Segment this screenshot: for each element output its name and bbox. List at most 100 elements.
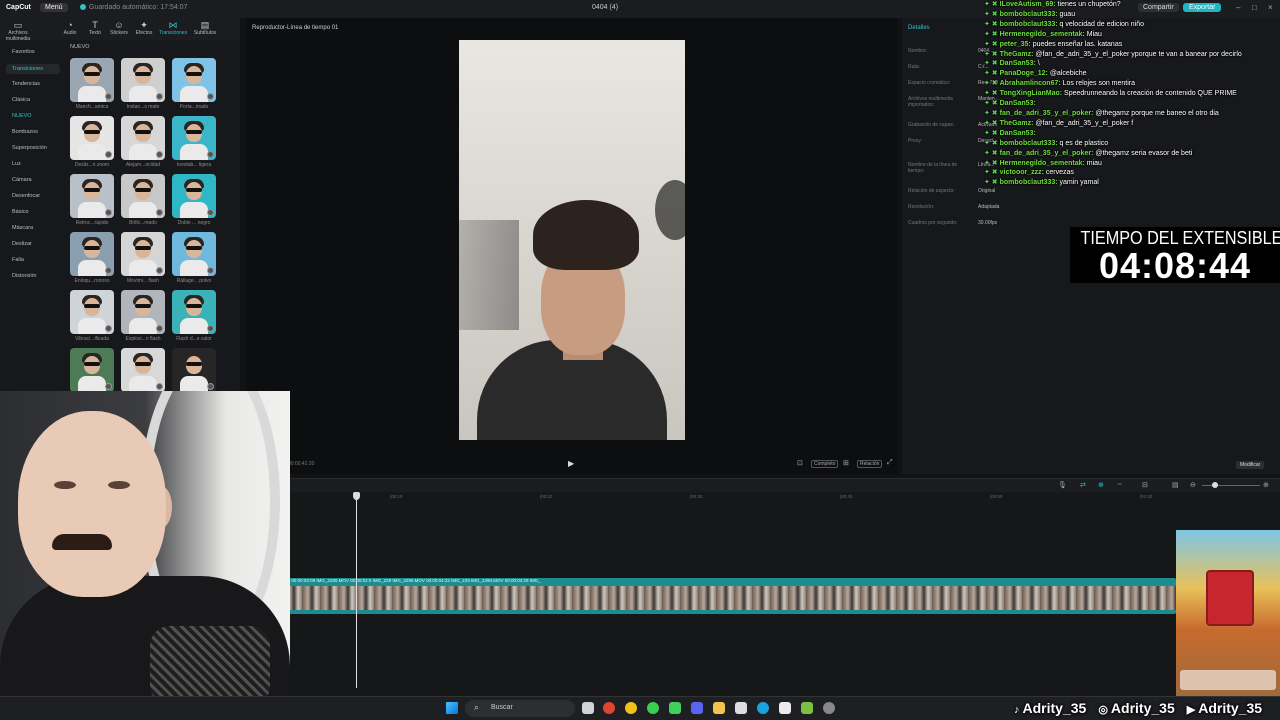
transition-thumbnail[interactable]: [121, 116, 165, 160]
tool-subtitles[interactable]: ▤ Subtítulos: [190, 20, 220, 36]
whatsapp-icon[interactable]: [669, 702, 681, 714]
download-icon[interactable]: [105, 209, 112, 216]
download-icon[interactable]: [105, 325, 112, 332]
spotify-icon[interactable]: [647, 702, 659, 714]
video-preview[interactable]: [459, 40, 685, 440]
download-icon[interactable]: [207, 267, 214, 274]
nav-blur[interactable]: Desenfocar: [12, 193, 40, 199]
discord-icon[interactable]: [691, 702, 703, 714]
transition-thumbnail[interactable]: [70, 58, 114, 102]
magnet-icon[interactable]: ⇔: [1116, 481, 1123, 488]
badge-icon: ✦ ✖: [984, 109, 1000, 117]
transition-thumbnail[interactable]: [121, 290, 165, 334]
chrome-icon[interactable]: [625, 702, 637, 714]
playhead[interactable]: [353, 492, 360, 688]
nav-classic[interactable]: Clásica: [12, 97, 30, 103]
crop-icon[interactable]: ⊡: [797, 459, 803, 467]
transition-thumbnail[interactable]: [70, 116, 114, 160]
app-icon[interactable]: [779, 702, 791, 714]
menu-button[interactable]: Menú: [40, 3, 68, 12]
capcut-taskbar-icon[interactable]: [735, 702, 747, 714]
transition-thumbnail[interactable]: [172, 58, 216, 102]
fullscreen-mode-button[interactable]: Completo: [811, 460, 839, 468]
task-view-icon[interactable]: [582, 702, 594, 714]
nav-new[interactable]: NUEVO: [12, 113, 32, 119]
chat-text: tienes un chupetón?: [1055, 1, 1121, 8]
download-icon[interactable]: [105, 267, 112, 274]
snap-icon[interactable]: ⊕: [1098, 481, 1104, 489]
zoom-slider-handle[interactable]: [1212, 482, 1218, 488]
transition-thumbnail[interactable]: [172, 116, 216, 160]
download-icon[interactable]: [156, 93, 163, 100]
media-icon: ▭: [13, 20, 23, 30]
opera-icon[interactable]: [603, 702, 615, 714]
transition-thumbnail[interactable]: [121, 348, 165, 392]
transition-thumbnail[interactable]: [70, 232, 114, 276]
mic-icon[interactable]: 🎙: [1058, 481, 1067, 489]
minecraft-icon[interactable]: [801, 702, 813, 714]
time-ruler[interactable]: 00:00 |00:10 |00:20 |00:30 |00:40 |00:50…: [244, 494, 1180, 504]
nav-light[interactable]: Luz: [12, 161, 21, 167]
focus-icon[interactable]: ⊞: [843, 459, 849, 467]
transition-thumbnail[interactable]: [70, 174, 114, 218]
play-icon[interactable]: ▶: [568, 459, 574, 468]
download-icon[interactable]: [207, 209, 214, 216]
nav-trending[interactable]: Tendencias: [12, 81, 40, 87]
preview-axis-icon[interactable]: ⊟: [1142, 481, 1148, 489]
download-icon[interactable]: [156, 209, 163, 216]
edge-icon[interactable]: [757, 702, 769, 714]
badge-icon: ✦ ✖: [984, 100, 1000, 108]
download-icon[interactable]: [105, 151, 112, 158]
transition-thumbnail[interactable]: [121, 174, 165, 218]
thumbnail-icon[interactable]: ▤: [1172, 481, 1179, 489]
nav-favorites[interactable]: Favoritos: [12, 49, 35, 55]
download-icon[interactable]: [105, 383, 112, 390]
nav-mask[interactable]: Máscara: [12, 225, 33, 231]
download-icon[interactable]: [207, 151, 214, 158]
tool-transitions[interactable]: ⋈ Transiciones: [157, 20, 189, 36]
transition-thumbnail[interactable]: [70, 290, 114, 334]
download-icon[interactable]: [156, 267, 163, 274]
expand-icon[interactable]: ⤢: [887, 459, 893, 467]
transition-thumbnail[interactable]: [70, 348, 114, 392]
nav-basic[interactable]: Básico: [12, 209, 29, 215]
download-icon[interactable]: [156, 383, 163, 390]
nav-slide[interactable]: Deslizar: [12, 241, 32, 247]
transition-thumbnail[interactable]: [172, 348, 216, 392]
zoom-in-icon[interactable]: ⊕: [1263, 481, 1269, 489]
nav-glitch[interactable]: Falla: [12, 257, 24, 263]
nav-transitions[interactable]: Transiciones: [6, 64, 60, 74]
transition-thumbnail[interactable]: [121, 58, 165, 102]
transition-thumbnail[interactable]: [172, 174, 216, 218]
windows-start-icon[interactable]: [446, 702, 458, 714]
download-icon[interactable]: [156, 325, 163, 332]
download-icon[interactable]: [156, 151, 163, 158]
zoom-out-icon[interactable]: ⊖: [1190, 481, 1196, 489]
transition-thumbnail[interactable]: [172, 290, 216, 334]
modify-button[interactable]: Modificar: [1236, 461, 1265, 469]
download-icon[interactable]: [207, 383, 214, 390]
zoom-slider[interactable]: [1202, 485, 1260, 486]
detail-label: Nombre:: [908, 48, 928, 54]
download-icon[interactable]: [207, 93, 214, 100]
taskbar-search[interactable]: Buscar: [465, 700, 575, 717]
transition-thumbnail[interactable]: [172, 232, 216, 276]
nav-camera[interactable]: Cámara: [12, 177, 32, 183]
file-explorer-icon[interactable]: [713, 702, 725, 714]
player-title: Reproductor-Línea de tiempo 01: [252, 25, 339, 31]
nav-bombazos[interactable]: Bombazos: [12, 129, 38, 135]
tool-media[interactable]: ▭ Archivos multimedia: [2, 20, 34, 42]
tool-stickers[interactable]: ☺ Stickers: [105, 20, 133, 36]
link-icon[interactable]: ⇄: [1080, 481, 1086, 489]
tool-audio[interactable]: ◔ Audio: [56, 20, 84, 36]
extensible-timer: TIEMPO DEL EXTENSIBLE: 04:08:44: [1070, 227, 1280, 284]
nav-overlay[interactable]: Superposición: [12, 145, 47, 151]
tool-effects[interactable]: ✦ Efectos: [130, 20, 158, 36]
settings-icon[interactable]: [823, 702, 835, 714]
nav-distortion[interactable]: Distorsión: [12, 273, 36, 279]
download-icon[interactable]: [207, 325, 214, 332]
transition-thumbnail[interactable]: [121, 232, 165, 276]
download-icon[interactable]: [105, 93, 112, 100]
ratio-button[interactable]: Relación: [857, 460, 883, 468]
ruler-tick: |00:40: [840, 494, 853, 499]
